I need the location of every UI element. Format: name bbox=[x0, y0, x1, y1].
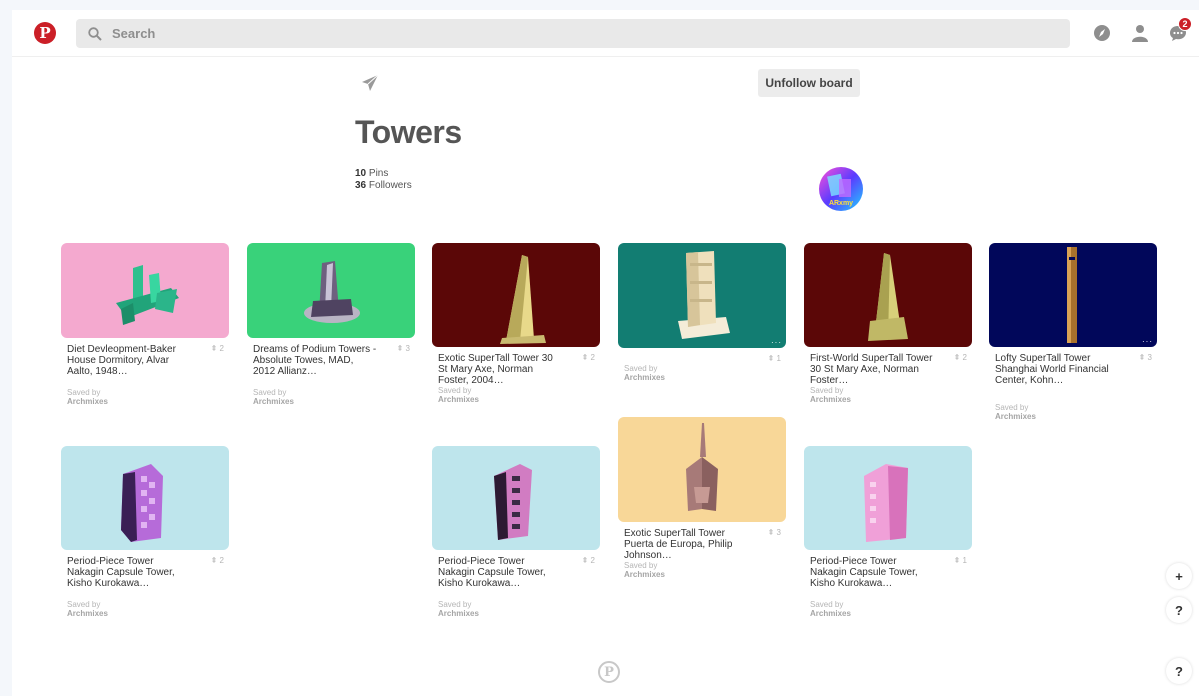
pin-card[interactable]: Dreams of Podium Towers - Absolute Towes… bbox=[247, 243, 415, 418]
pin-saved-by: Saved by Archmixes bbox=[624, 364, 665, 382]
add-pin-button[interactable]: + bbox=[1166, 563, 1192, 589]
pin-image[interactable] bbox=[61, 446, 229, 550]
pin-description: First-World SuperTall Tower 30 St Mary A… bbox=[810, 353, 933, 386]
pin-card[interactable]: First-World SuperTall Tower 30 St Mary A… bbox=[804, 243, 972, 427]
pin-image[interactable] bbox=[432, 446, 600, 550]
pin-description: Period-Piece Tower Nakagin Capsule Tower… bbox=[438, 556, 546, 589]
saved-by-user[interactable]: Archmixes bbox=[67, 609, 108, 618]
saved-by-user[interactable]: Archmixes bbox=[67, 397, 108, 406]
pin-save-count: ⇞ 2 bbox=[210, 344, 224, 353]
pin-save-count: ⇞ 2 bbox=[953, 353, 967, 362]
saved-by-user[interactable]: Archmixes bbox=[810, 609, 851, 618]
pin-description: Diet Devleopment-Baker House Dormitory, … bbox=[67, 344, 176, 377]
pin-image[interactable] bbox=[804, 243, 972, 347]
more-options-icon[interactable]: ··· bbox=[1142, 337, 1153, 346]
pin-card[interactable]: Period-Piece Tower Nakagin Capsule Tower… bbox=[61, 446, 229, 630]
pin-save-count: ⇞ 2 bbox=[210, 556, 224, 565]
messages-icon[interactable]: 2 bbox=[1168, 17, 1192, 43]
pin-saved-by: Saved by Archmixes bbox=[624, 561, 665, 579]
pin-saved-by: Saved by Archmixes bbox=[810, 600, 851, 618]
saved-by-user[interactable]: Archmixes bbox=[995, 412, 1036, 421]
pin-save-count: ⇞ 3 bbox=[767, 528, 781, 537]
pin-save-count: ⇞ 3 bbox=[1138, 353, 1152, 362]
pin-saved-by: Saved by Archmixes bbox=[995, 403, 1036, 421]
saved-by-user[interactable]: Archmixes bbox=[253, 397, 294, 406]
profile-icon[interactable] bbox=[1130, 23, 1150, 43]
explore-compass-icon[interactable] bbox=[1092, 23, 1112, 43]
pin-card[interactable]: Period-Piece Tower Nakagin Capsule Tower… bbox=[804, 446, 972, 630]
help-center-button[interactable]: ? bbox=[1166, 658, 1192, 684]
pin-image[interactable] bbox=[432, 243, 600, 347]
saved-by-user[interactable]: Archmixes bbox=[438, 395, 479, 404]
pin-save-count: ⇞ 1 bbox=[767, 354, 781, 363]
saved-by-user[interactable]: Archmixes bbox=[624, 570, 665, 579]
search-bar[interactable] bbox=[76, 19, 1070, 48]
owner-avatar[interactable]: ARxmy bbox=[819, 167, 863, 211]
pin-card[interactable]: ··· ⇞ 1 Saved by Archmixes bbox=[618, 243, 786, 408]
saved-by-user[interactable]: Archmixes bbox=[810, 395, 851, 404]
pin-saved-by: Saved by Archmixes bbox=[438, 386, 479, 404]
search-input[interactable] bbox=[112, 26, 1012, 41]
followers-count[interactable]: 36 Followers bbox=[355, 180, 412, 192]
pin-save-count: ⇞ 1 bbox=[953, 556, 967, 565]
unfollow-board-button[interactable]: Unfollow board bbox=[758, 69, 860, 97]
pin-save-count: ⇞ 2 bbox=[581, 556, 595, 565]
pin-description: Exotic SuperTall Tower Puerta de Europa,… bbox=[624, 528, 733, 561]
pins-count[interactable]: 10 Pins bbox=[355, 168, 412, 180]
pin-image[interactable]: ··· bbox=[618, 243, 786, 348]
help-button[interactable]: ? bbox=[1166, 597, 1192, 623]
pin-image[interactable] bbox=[804, 446, 972, 550]
saved-by-user[interactable]: Archmixes bbox=[438, 609, 479, 618]
pin-description: Dreams of Podium Towers - Absolute Towes… bbox=[253, 344, 377, 377]
pin-description: Period-Piece Tower Nakagin Capsule Tower… bbox=[810, 556, 918, 589]
pin-card[interactable]: ··· Lofty SuperTall Tower Shanghai World… bbox=[989, 243, 1157, 427]
pin-image[interactable] bbox=[61, 243, 229, 338]
pin-save-count: ⇞ 2 bbox=[581, 353, 595, 362]
pin-description: Exotic SuperTall Tower 30 St Mary Axe, N… bbox=[438, 353, 553, 386]
pin-image[interactable] bbox=[247, 243, 415, 338]
pin-saved-by: Saved by Archmixes bbox=[438, 600, 479, 618]
saved-by-user[interactable]: Archmixes bbox=[624, 373, 665, 382]
board-stats: 10 Pins 36 Followers bbox=[355, 168, 412, 192]
pin-card[interactable]: Exotic SuperTall Tower 30 St Mary Axe, N… bbox=[432, 243, 600, 427]
pin-saved-by: Saved by Archmixes bbox=[810, 386, 851, 404]
pinterest-logo-icon[interactable]: P bbox=[34, 22, 56, 44]
pin-description: Period-Piece Tower Nakagin Capsule Tower… bbox=[67, 556, 175, 589]
send-icon[interactable] bbox=[361, 74, 379, 97]
search-icon bbox=[88, 26, 102, 41]
avatar-text: ARxmy bbox=[829, 200, 853, 207]
more-options-icon[interactable]: ··· bbox=[771, 338, 782, 347]
pin-image[interactable] bbox=[618, 417, 786, 522]
pin-image[interactable]: ··· bbox=[989, 243, 1157, 347]
pin-save-count: ⇞ 3 bbox=[396, 344, 410, 353]
pin-card[interactable]: Period-Piece Tower Nakagin Capsule Tower… bbox=[432, 446, 600, 630]
pin-description: Lofty SuperTall Tower Shanghai World Fin… bbox=[995, 353, 1109, 386]
pin-saved-by: Saved by Archmixes bbox=[67, 388, 108, 406]
pin-saved-by: Saved by Archmixes bbox=[67, 600, 108, 618]
board-title: Towers bbox=[355, 114, 462, 150]
pin-card[interactable]: Diet Devleopment-Baker House Dormitory, … bbox=[61, 243, 229, 418]
top-bar: P 2 bbox=[12, 10, 1199, 57]
pin-saved-by: Saved by Archmixes bbox=[253, 388, 294, 406]
notification-badge: 2 bbox=[1178, 17, 1192, 31]
footer-pinterest-icon: P bbox=[598, 661, 620, 683]
pin-card[interactable]: Exotic SuperTall Tower Puerta de Europa,… bbox=[618, 417, 786, 602]
